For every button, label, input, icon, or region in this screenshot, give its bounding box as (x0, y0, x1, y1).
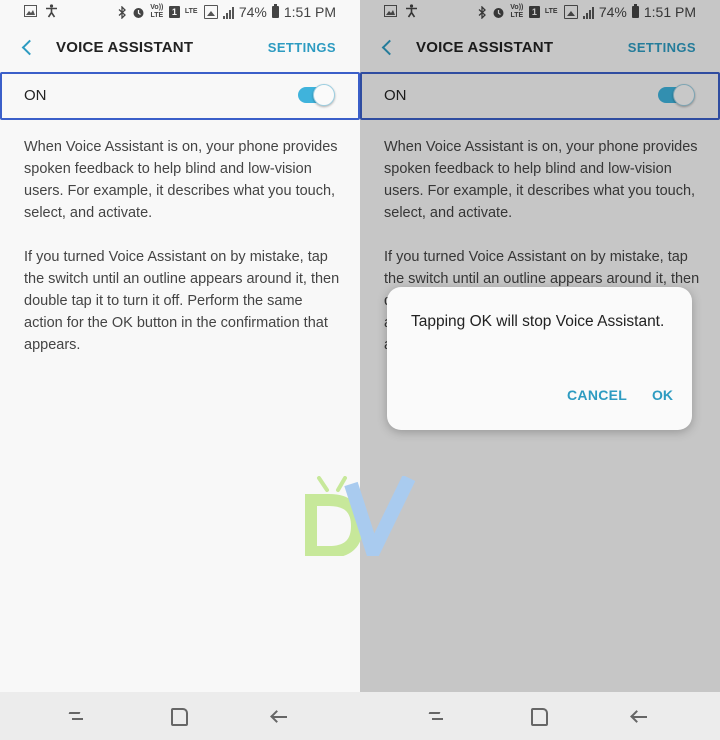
volte-icon: Vo)) LTE (150, 4, 164, 19)
status-bar: Vo)) LTE 1 LTE 74% 1:51 PM (0, 0, 360, 26)
phone-screen-left: Vo)) LTE 1 LTE 74% 1:51 PM VOICE ASSISTA… (0, 0, 360, 740)
settings-button[interactable]: SETTINGS (268, 40, 336, 55)
clock: 1:51 PM (283, 4, 336, 20)
back-icon[interactable] (627, 704, 651, 728)
alarm-icon (133, 7, 144, 18)
cancel-button[interactable]: CANCEL (567, 387, 627, 403)
confirmation-dialog: Tapping OK will stop Voice Assistant. CA… (387, 287, 692, 430)
sim-icon: 1 (168, 6, 180, 18)
bluetooth-icon (118, 5, 126, 19)
phone-screen-right: Vo)) LTE 1 LTE 74% 1:51 PM VOICE ASSISTA… (360, 0, 720, 740)
toggle-knob (313, 84, 335, 106)
chevron-left-icon[interactable] (16, 36, 40, 60)
dialog-message: Tapping OK will stop Voice Assistant. (411, 313, 665, 330)
switch-label: ON (24, 87, 47, 104)
home-icon[interactable] (527, 704, 551, 728)
description-paragraph-1: When Voice Assistant is on, your phone p… (24, 139, 338, 221)
ok-button[interactable]: OK (652, 387, 673, 403)
recent-apps-icon[interactable] (426, 704, 450, 728)
accessibility-icon (46, 4, 57, 18)
recent-apps-icon[interactable] (66, 704, 90, 728)
description-paragraph-2: If you turned Voice Assistant on by mist… (24, 249, 340, 353)
voice-assistant-switch-row[interactable]: ON (0, 72, 360, 120)
screenshot-comparison: Vo)) LTE 1 LTE 74% 1:51 PM VOICE ASSISTA… (0, 0, 720, 740)
home-icon[interactable] (167, 704, 191, 728)
lte-label: LTE (184, 8, 198, 15)
signal-icon (222, 6, 234, 19)
battery-percent: 74% (238, 4, 267, 20)
navigation-bar (0, 692, 360, 740)
navigation-bar (360, 692, 720, 740)
description-text: When Voice Assistant is on, your phone p… (24, 136, 340, 378)
page-title: VOICE ASSISTANT (56, 39, 194, 56)
image-icon (24, 5, 37, 17)
app-header: VOICE ASSISTANT SETTINGS (0, 30, 360, 66)
back-icon[interactable] (267, 704, 291, 728)
battery-icon (271, 4, 279, 18)
lte-signal-icon (203, 5, 218, 19)
voice-assistant-toggle[interactable] (298, 84, 335, 106)
